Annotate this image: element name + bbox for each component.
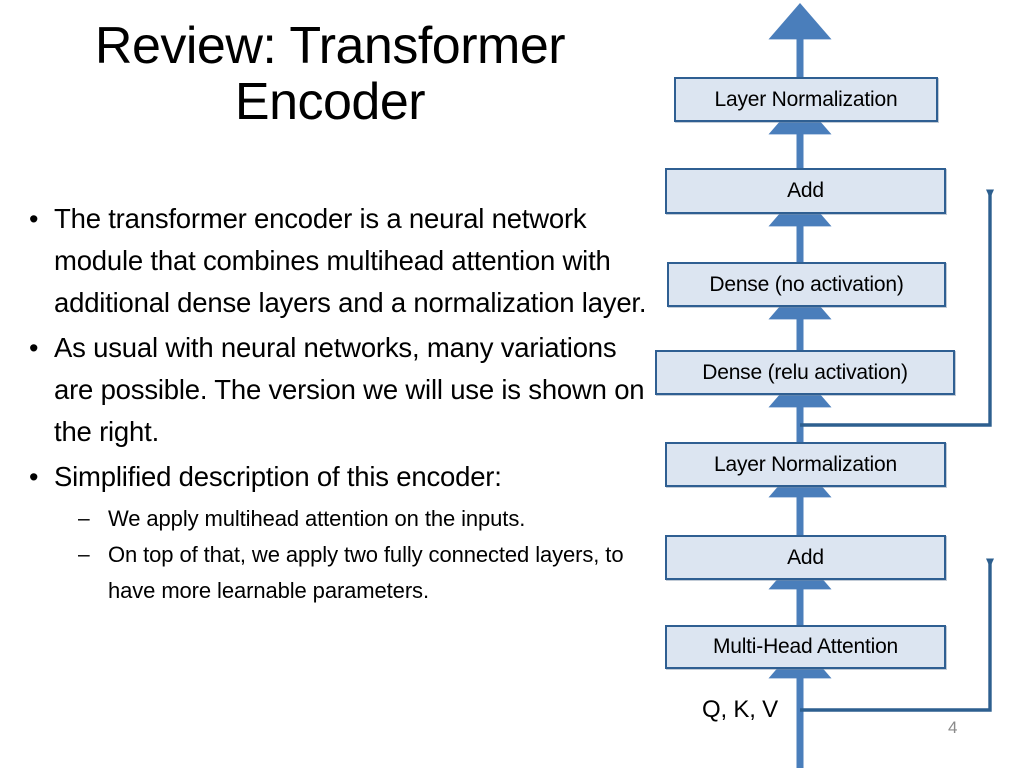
bullet-text: Simplified description of this encoder: <box>54 461 502 492</box>
input-label-qkv: Q, K, V <box>702 696 778 723</box>
bullet-text: The transformer encoder is a neural netw… <box>54 203 647 318</box>
slide-content-left: Review: Transformer Encoder • The transf… <box>0 0 660 768</box>
node-label: Dense (relu activation) <box>702 360 908 384</box>
transformer-encoder-diagram: Layer Normalization Add Dense (no activa… <box>640 0 1024 768</box>
list-item: • Simplified description of this encoder… <box>22 456 662 498</box>
node-add-bottom[interactable]: Add <box>665 535 946 580</box>
page-number: 4 <box>948 718 958 737</box>
sub-list-item: – We apply multihead attention on the in… <box>22 501 662 537</box>
sub-bullet-text: On top of that, we apply two fully conne… <box>108 542 624 603</box>
node-label: Add <box>787 545 824 569</box>
node-layer-norm-top[interactable]: Layer Normalization <box>674 77 938 122</box>
node-label: Dense (no activation) <box>709 272 904 296</box>
sub-bullet-marker-icon: – <box>78 543 90 566</box>
bullet-marker-icon: • <box>29 204 39 234</box>
node-multi-head-attention[interactable]: Multi-Head Attention <box>665 625 946 669</box>
node-add-top[interactable]: Add <box>665 168 946 214</box>
node-dense-no-activation[interactable]: Dense (no activation) <box>667 262 946 307</box>
node-label: Multi-Head Attention <box>712 635 899 658</box>
node-label: Layer Normalization <box>714 452 897 476</box>
node-label: Layer Normalization <box>714 87 898 111</box>
bullet-text: As usual with neural networks, many vari… <box>54 332 645 447</box>
bullet-marker-icon: • <box>29 333 39 363</box>
node-layer-norm-bottom[interactable]: Layer Normalization <box>665 442 946 487</box>
bullet-marker-icon: • <box>29 462 39 492</box>
list-item: • As usual with neural networks, many va… <box>22 327 662 453</box>
sub-list-item: – On top of that, we apply two fully con… <box>22 537 662 609</box>
page-title: Review: Transformer Encoder <box>94 17 566 132</box>
list-item: • The transformer encoder is a neural ne… <box>22 198 662 324</box>
sub-bullet-text: We apply multihead attention on the inpu… <box>108 506 526 531</box>
bullet-list: • The transformer encoder is a neural ne… <box>22 198 662 609</box>
node-dense-relu-activation[interactable]: Dense (relu activation) <box>655 350 955 395</box>
sub-bullet-marker-icon: – <box>78 507 90 530</box>
node-label: Add <box>787 179 824 202</box>
